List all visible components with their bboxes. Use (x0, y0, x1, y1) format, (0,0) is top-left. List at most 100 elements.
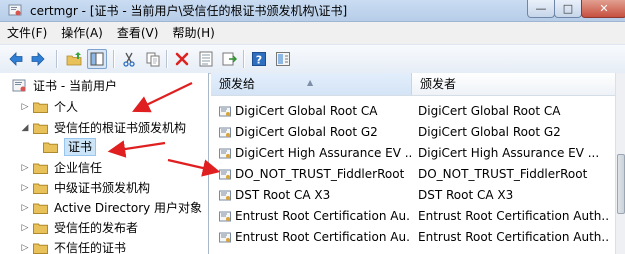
sort-ascending-icon: ▲ (307, 78, 314, 87)
menu-view[interactable]: 查看(V) (110, 23, 166, 43)
close-button[interactable]: ✕ (581, 0, 625, 18)
tree-item-intermediate-ca[interactable]: ▷ 中级证书颁发机构 (20, 178, 150, 198)
folder-icon (33, 243, 48, 254)
table-row[interactable]: DO_NOT_TRUST_FiddlerRoot DO_NOT_TRUST_Fi… (211, 164, 615, 185)
issued-by-cell: DST Root CA X3 (418, 188, 514, 202)
expand-icon[interactable]: ▷ (20, 198, 30, 218)
menu-help[interactable]: 帮助(H) (165, 23, 221, 43)
close-icon: ✕ (599, 2, 609, 15)
expand-icon[interactable]: ▷ (20, 218, 30, 238)
list-header: ▲ 颁发给 颁发者 (211, 73, 615, 96)
tree-item-certificates[interactable]: 证书 (40, 137, 97, 157)
cut-icon (123, 52, 135, 67)
tree-item-untrusted-certificates[interactable]: ▷ 不信任的证书 (20, 238, 126, 254)
help-topic-button[interactable] (273, 49, 293, 69)
tree-item-label: 中级证书颁发机构 (54, 181, 151, 195)
tree-item-label: 受信任的发布者 (54, 221, 139, 235)
issued-by-cell: DO_NOT_TRUST_FiddlerRoot (418, 167, 588, 181)
tree-item-trusted-root[interactable]: ◢ 受信任的根证书颁发机构 (20, 118, 186, 138)
table-row[interactable]: DST Root CA X3 DST Root CA X3 (211, 185, 615, 206)
help-button[interactable]: ? (249, 49, 269, 69)
title-bar: certmgr - [证书 - 当前用户\受信任的根证书颁发机构\证书] — □… (0, 0, 625, 22)
menu-action[interactable]: 操作(A) (54, 23, 110, 43)
toolbar: ? (0, 44, 625, 74)
certificate-icon (219, 169, 231, 179)
folder-icon (33, 223, 48, 234)
expand-icon[interactable]: ▷ (20, 238, 30, 254)
tree-item-personal[interactable]: ▷ 个人 (20, 97, 78, 117)
certificate-icon (219, 127, 231, 137)
tree-item-label: 企业信任 (54, 161, 103, 175)
column-header-issued-by[interactable]: 颁发者 (412, 73, 615, 95)
back-icon (9, 52, 23, 66)
tree-item-label: 不信任的证书 (54, 241, 127, 254)
window-title: certmgr - [证书 - 当前用户\受信任的根证书颁发机构\证书] (30, 4, 348, 18)
scrollbar-thumb[interactable] (617, 154, 625, 214)
svg-text:?: ? (256, 54, 262, 67)
tree-item-label: 受信任的根证书颁发机构 (54, 121, 187, 135)
export-icon (222, 52, 237, 66)
certificate-icon (219, 106, 231, 116)
issued-to-cell: DigiCert Global Root CA (235, 104, 378, 118)
issued-by-cell: DigiCert High Assurance EV ... (418, 146, 600, 160)
issued-by-cell: Entrust Root Certification Auth... (418, 230, 608, 244)
maximize-icon: □ (562, 2, 574, 15)
issued-to-cell: DigiCert High Assurance EV ... (235, 146, 411, 160)
column-header-issued-to[interactable]: ▲ 颁发给 (211, 73, 412, 95)
certificate-icon (219, 232, 231, 242)
tree-root-label: 证书 - 当前用户 (33, 79, 117, 93)
table-row[interactable]: DigiCert Global Root G2 DigiCert Global … (211, 122, 615, 143)
issued-by-cell: Entrust Root Certification Auth... (418, 209, 608, 223)
issued-to-cell: DO_NOT_TRUST_FiddlerRoot (235, 167, 405, 181)
expand-icon[interactable]: ▷ (20, 158, 30, 178)
tree-item-enterprise-trust[interactable]: ▷ 企业信任 (20, 158, 102, 178)
up-folder-button[interactable] (64, 49, 84, 69)
menu-file[interactable]: 文件(F) (0, 23, 54, 43)
issued-to-cell: Entrust Root Certification Au... (235, 209, 411, 223)
export-button[interactable] (219, 49, 239, 69)
tree-item-label: 个人 (54, 100, 79, 114)
table-row[interactable]: DigiCert Global Root CA DigiCert Global … (211, 101, 615, 122)
folder-icon (33, 203, 48, 214)
back-button[interactable] (6, 49, 26, 69)
cut-button[interactable] (119, 49, 139, 69)
expand-icon[interactable]: ▷ (20, 97, 30, 117)
certificate-list: ▲ 颁发给 颁发者 DigiCert Global Root CA DigiCe… (211, 73, 615, 254)
tree-root[interactable]: 证书 - 当前用户 (12, 76, 117, 96)
delete-button[interactable] (172, 49, 192, 69)
minimize-icon: — (535, 2, 547, 15)
tree-item-trusted-publishers[interactable]: ▷ 受信任的发布者 (20, 218, 138, 238)
certificate-icon (219, 190, 231, 200)
collapse-icon[interactable]: ◢ (20, 118, 30, 138)
forward-icon (31, 52, 45, 66)
folder-icon (33, 102, 48, 113)
folder-open-icon (43, 142, 58, 153)
folder-icon (33, 163, 48, 174)
maximize-button[interactable]: □ (554, 0, 582, 18)
table-row[interactable]: Entrust Root Certification Au... Entrust… (211, 227, 615, 248)
forward-button[interactable] (28, 49, 48, 69)
copy-button[interactable] (143, 49, 163, 69)
tree-item-label: 证书 (64, 138, 97, 156)
folder-icon (33, 183, 48, 194)
vertical-scrollbar[interactable] (615, 73, 625, 254)
issued-to-cell: Entrust Root Certification Au... (235, 230, 411, 244)
issued-to-cell: DST Root CA X3 (235, 188, 331, 202)
issued-by-cell: DigiCert Global Root CA (418, 104, 561, 118)
expand-icon[interactable]: ▷ (20, 178, 30, 198)
minimize-button[interactable]: — (527, 0, 555, 18)
properties-button[interactable] (196, 49, 216, 69)
table-row[interactable]: Entrust Root Certification Au... Entrust… (211, 206, 615, 227)
copy-icon (146, 52, 160, 67)
certificates-snapin-icon (12, 79, 26, 92)
menu-bar: 文件(F) 操作(A) 查看(V) 帮助(H) (0, 22, 625, 44)
table-row[interactable]: DigiCert High Assurance EV ... DigiCert … (211, 143, 615, 164)
certificate-icon (219, 148, 231, 158)
up-folder-icon (66, 52, 82, 66)
issued-to-cell: DigiCert Global Root G2 (235, 125, 378, 139)
certificate-icon (219, 211, 231, 221)
certmgr-app-icon (8, 4, 22, 16)
show-tree-button[interactable] (87, 49, 107, 69)
issued-by-cell: DigiCert Global Root G2 (418, 125, 561, 139)
tree-item-ad-user-object[interactable]: ▷ Active Directory 用户对象 (20, 198, 203, 218)
